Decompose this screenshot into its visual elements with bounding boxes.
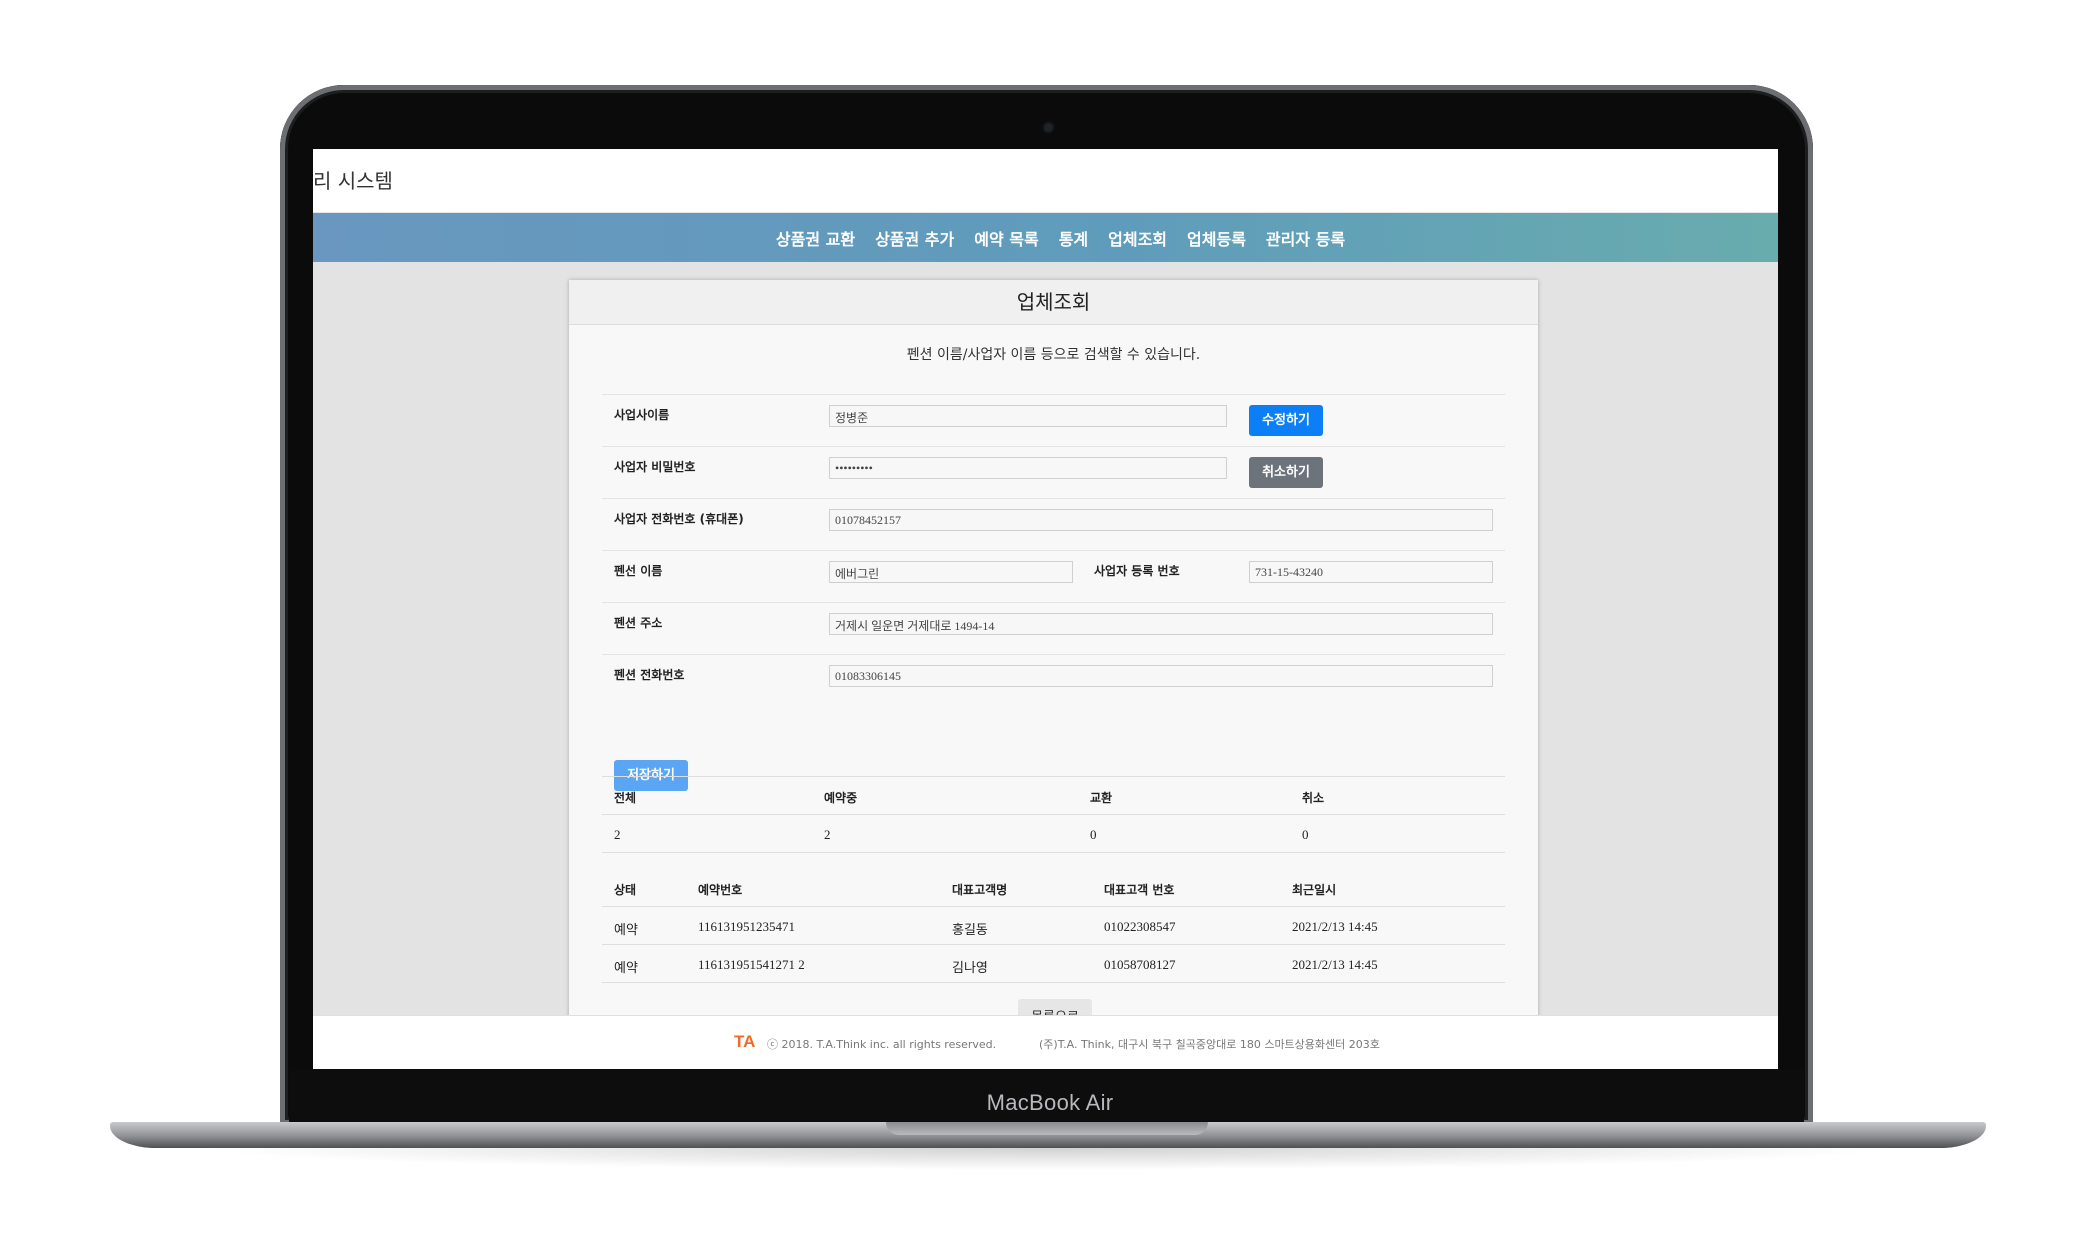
stats-table: 전체 예약중 교환 취소 2 2 0 0 — [602, 776, 1505, 853]
nav-item-voucher-add[interactable]: 상품권 추가 — [875, 226, 954, 250]
reservation-customer: 김나영 — [952, 960, 988, 975]
device-name: MacBook Air — [986, 1090, 1114, 1115]
owner-name-label: 사업사이름 — [614, 408, 670, 422]
reservation-header-customer: 대표고객명 — [952, 883, 1008, 897]
card-title: 업체조회 — [569, 280, 1538, 325]
reservation-phone: 01058708127 — [1104, 957, 1176, 972]
stats-value-exchanged: 0 — [1090, 827, 1097, 842]
stats-value-row: 2 2 0 0 — [602, 815, 1505, 853]
app-header: 리 시스템 — [313, 149, 1778, 213]
reservation-datetime: 2021/2/13 14:45 — [1292, 957, 1378, 972]
reservation-status: 예약 — [614, 960, 638, 975]
password-label: 사업자 비밀번호 — [614, 460, 696, 474]
reservation-header-datetime: 최근일시 — [1292, 883, 1337, 897]
card-description: 펜션 이름/사업자 이름 등으로 검색할 수 있습니다. — [906, 347, 1201, 363]
reg-no-input[interactable]: 731-15-43240 — [1249, 561, 1493, 583]
table-row[interactable]: 예약 116131951541271 2 김나영 01058708127 202… — [602, 945, 1505, 983]
reservation-table: 상태 예약번호 대표고객명 대표고객 번호 최근일시 예약 1161319512… — [602, 869, 1505, 983]
footer: TA ⓒ 2018. T.A.Think inc. all rights res… — [313, 1015, 1778, 1069]
reservation-phone: 01022308547 — [1104, 919, 1176, 934]
pension-phone-label: 펜션 전화번호 — [614, 668, 685, 682]
stats-header-total: 전체 — [614, 791, 637, 805]
company-detail-card: 업체조회 펜션 이름/사업자 이름 등으로 검색할 수 있습니다. 사업사이름 … — [569, 280, 1538, 1069]
form-row-phone: 사업자 전화번호 (휴대폰) 01078452157 — [602, 498, 1505, 550]
address-label: 펜션 주소 — [614, 616, 663, 630]
reservation-header-number: 예약번호 — [698, 883, 743, 897]
phone-input[interactable]: 01078452157 — [829, 509, 1493, 531]
table-row[interactable]: 예약 116131951235471 홍길동 01022308547 2021/… — [602, 907, 1505, 945]
stats-header-row: 전체 예약중 교환 취소 — [602, 777, 1505, 815]
nav-item-voucher-exchange[interactable]: 상품권 교환 — [776, 226, 855, 250]
stats-value-total: 2 — [614, 827, 621, 842]
navbar: 상품권 교환 상품권 추가 예약 목록 통계 업체조회 업체등록 관리자 등록 — [313, 213, 1778, 262]
reservation-header-status: 상태 — [614, 883, 637, 897]
edit-button[interactable]: 수정하기 — [1249, 405, 1323, 436]
password-input[interactable]: ••••••••• — [829, 457, 1227, 479]
pension-name-input[interactable]: 에버그린 — [829, 561, 1073, 583]
nav-item-admin-register[interactable]: 관리자 등록 — [1266, 226, 1345, 250]
pension-phone-input[interactable]: 01083306145 — [829, 665, 1493, 687]
nav-item-company-search[interactable]: 업체조회 — [1108, 226, 1167, 250]
form-row-pension-name: 펜선 이름 에버그린 사업자 등록 번호 731-15-43240 — [602, 550, 1505, 602]
form-row-password: 사업자 비밀번호 ••••••••• 취소하기 — [602, 446, 1505, 498]
footer-address: (주)T.A. Think, 대구시 북구 칠곡중앙대로 180 스마트상용화센… — [1039, 1038, 1380, 1051]
screen: 리 시스템 상품권 교환 상품권 추가 예약 목록 통계 업체조회 업체등록 관… — [313, 149, 1778, 1069]
company-form: 사업사이름 정병준 수정하기 사업자 비밀번호 ••••••••• 취소하기 사… — [602, 394, 1505, 791]
nav-item-statistics[interactable]: 통계 — [1059, 226, 1088, 250]
form-row-pension-phone: 펜션 전화번호 01083306145 — [602, 654, 1505, 706]
laptop-shadow — [190, 1148, 1906, 1170]
company-logo: TA — [734, 1032, 756, 1051]
reservation-number: 116131951541271 2 — [698, 957, 805, 972]
reservation-number: 116131951235471 — [698, 919, 796, 934]
cancel-button[interactable]: 취소하기 — [1249, 457, 1323, 488]
reg-no-label: 사업자 등록 번호 — [1094, 564, 1180, 578]
address-input[interactable]: 거제시 일운면 거제대로 1494-14 — [829, 613, 1493, 635]
reservation-status: 예약 — [614, 922, 638, 937]
nav-item-company-register[interactable]: 업체등록 — [1187, 226, 1246, 250]
reservation-header-phone: 대표고객 번호 — [1104, 883, 1175, 897]
camera — [1044, 123, 1053, 132]
stats-header-reserved: 예약중 — [824, 791, 858, 805]
footer-copyright: ⓒ 2018. T.A.Think inc. all rights reserv… — [767, 1038, 997, 1051]
pension-name-label: 펜선 이름 — [614, 564, 663, 578]
stats-header-cancelled: 취소 — [1302, 791, 1325, 805]
nav-item-reservation-list[interactable]: 예약 목록 — [974, 226, 1038, 250]
stats-value-cancelled: 0 — [1302, 827, 1309, 842]
reservation-customer: 홍길동 — [952, 922, 988, 937]
form-row-owner-name: 사업사이름 정병준 수정하기 — [602, 394, 1505, 446]
phone-label: 사업자 전화번호 (휴대폰) — [614, 512, 744, 526]
laptop-hinge-notch — [886, 1122, 1208, 1135]
reservation-header-row: 상태 예약번호 대표고객명 대표고객 번호 최근일시 — [602, 869, 1505, 907]
reservation-datetime: 2021/2/13 14:45 — [1292, 919, 1378, 934]
app-title: 리 시스템 — [313, 169, 393, 193]
form-row-address: 펜션 주소 거제시 일운면 거제대로 1494-14 — [602, 602, 1505, 654]
owner-name-input[interactable]: 정병준 — [829, 405, 1227, 427]
stats-header-exchanged: 교환 — [1090, 791, 1113, 805]
stats-value-reserved: 2 — [824, 827, 831, 842]
